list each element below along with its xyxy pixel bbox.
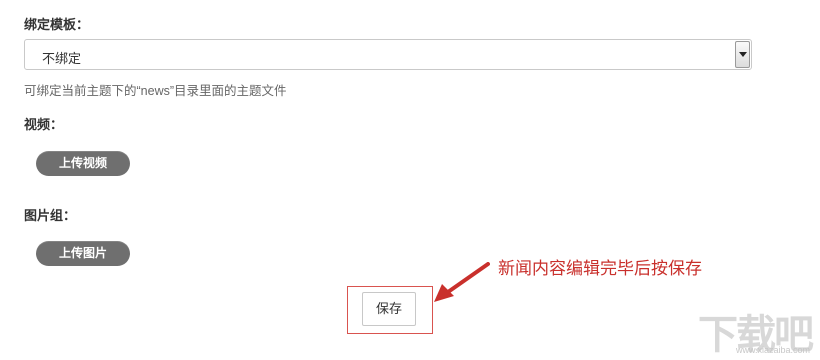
annotation-text: 新闻内容编辑完毕后按保存 [498, 259, 702, 278]
save-button[interactable]: 保存 [362, 292, 416, 326]
annotation-arrow-icon [434, 262, 490, 302]
watermark-url: www.xiazaiba.com [735, 345, 810, 355]
template-select[interactable]: 不绑定 [24, 39, 752, 70]
gallery-label: 图片组： [24, 208, 77, 223]
template-select-value: 不绑定 [42, 51, 82, 66]
upload-video-button[interactable]: 上传视频 [36, 151, 130, 176]
upload-image-button[interactable]: 上传图片 [36, 241, 130, 266]
template-label: 绑定模板： [24, 17, 90, 32]
select-arrow[interactable] [735, 41, 750, 68]
watermark-logo: 下载吧 www.xiazaiba.com [690, 300, 818, 358]
video-label: 视频： [24, 117, 64, 132]
template-hint: 可绑定当前主题下的“news”目录里面的主题文件 [24, 84, 287, 98]
chevron-down-icon [739, 52, 747, 57]
